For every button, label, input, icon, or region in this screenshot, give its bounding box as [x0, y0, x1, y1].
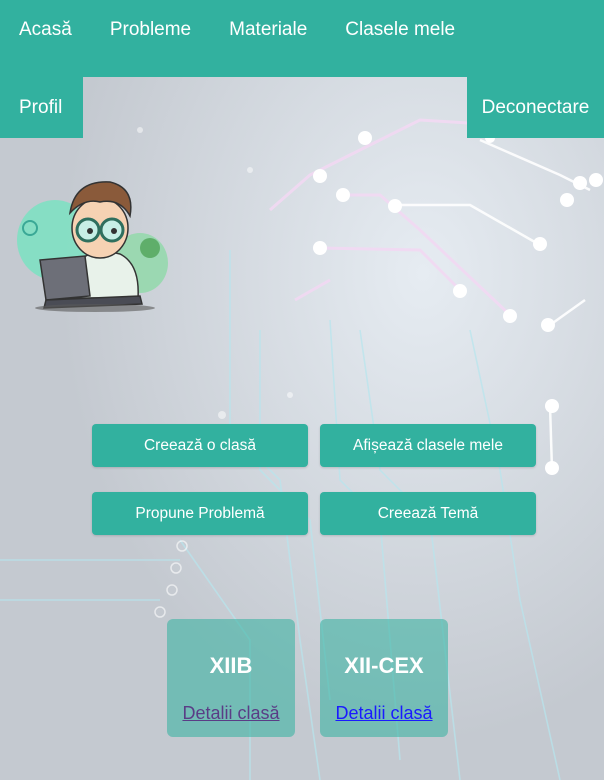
class-name: XIIB — [209, 653, 253, 678]
show-my-classes-button[interactable]: Afișează clasele mele — [320, 424, 536, 467]
class-card: XII-CEX Detalii clasă — [320, 619, 448, 737]
class-details-link[interactable]: Detalii clasă — [335, 703, 432, 724]
class-card: XIIB Detalii clasă — [167, 619, 295, 737]
create-homework-button[interactable]: Creează Temă — [320, 492, 536, 535]
create-class-button[interactable]: Creează o clasă — [92, 424, 308, 467]
propose-problem-button[interactable]: Propune Problemă — [92, 492, 308, 535]
nav-my-classes-link[interactable]: Clasele mele — [326, 1, 474, 59]
class-name: XII-CEX — [344, 653, 424, 678]
nav-profile-link[interactable]: Profil — [0, 77, 83, 138]
teacher-mascot-illustration — [17, 181, 168, 312]
nav-logout-link[interactable]: Deconectare — [467, 77, 604, 138]
nav-problems-link[interactable]: Probleme — [91, 1, 210, 59]
class-details-link[interactable]: Detalii clasă — [182, 703, 279, 724]
nav-home-link[interactable]: Acasă — [0, 1, 91, 59]
nav-materials-link[interactable]: Materiale — [210, 1, 326, 59]
top-navbar: Acasă Probleme Materiale Clasele mele — [0, 0, 604, 77]
